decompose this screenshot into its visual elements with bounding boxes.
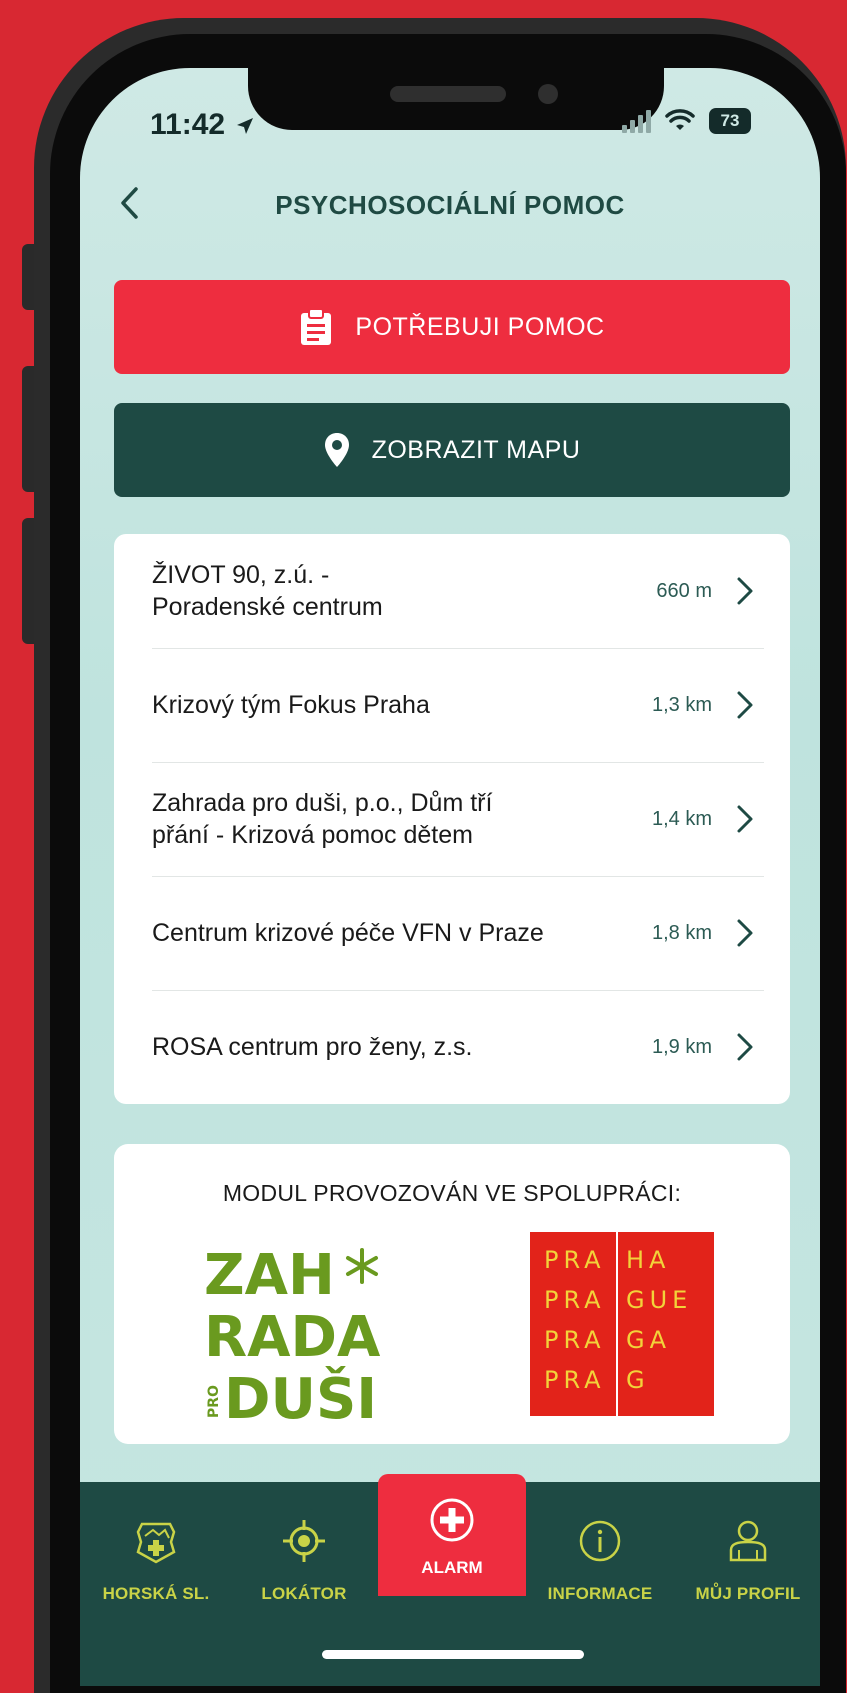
place-name-line2: přání - Krizová pomoc dětem [152, 821, 473, 849]
medical-cross-icon [430, 1498, 474, 1542]
speaker-grille [390, 86, 506, 102]
list-item[interactable]: ROSA centrum pro ženy, z.s. 1,9 km [114, 990, 790, 1104]
chevron-right-icon [737, 691, 753, 719]
need-help-button[interactable]: POTŘEBUJI POMOC [114, 280, 790, 374]
wifi-icon [665, 109, 695, 130]
place-name: Krizový tým Fokus Praha [152, 689, 652, 721]
tab-my-profile[interactable]: MŮJ PROFIL [674, 1506, 822, 1636]
places-list: ŽIVOT 90, z.ú. - Poradenské centrum 660 … [114, 534, 790, 1104]
front-camera [538, 84, 558, 104]
praha-logo-right: G [626, 1366, 650, 1394]
tab-information[interactable]: INFORMACE [526, 1506, 674, 1636]
map-pin-icon [324, 433, 349, 467]
clipboard-icon [301, 308, 332, 345]
partners-title: MODUL PROVOZOVÁN VE SPOLUPRÁCI: [222, 1180, 682, 1206]
battery-level: 73 [720, 111, 740, 130]
battery-indicator: 73 [709, 108, 751, 134]
praha-logo-divider [616, 1232, 618, 1416]
list-item[interactable]: Krizový tým Fokus Praha 1,3 km [114, 648, 790, 762]
tab-locator[interactable]: LOKÁTOR [230, 1506, 378, 1636]
mountain-rescue-badge-icon [136, 1522, 176, 1564]
tab-label: INFORMACE [547, 1584, 653, 1603]
praha-logo-left: PRA [544, 1286, 606, 1314]
place-distance: 1,8 km [651, 921, 712, 944]
location-arrow-icon [237, 118, 254, 135]
tab-label: ALARM [421, 1558, 483, 1577]
zahrada-logo-small: PRO [206, 1385, 222, 1418]
nav-header: PSYCHOSOCIÁLNÍ POMOC [80, 180, 820, 230]
place-distance: 660 m [656, 579, 712, 602]
chevron-right-icon [737, 577, 753, 605]
place-name: Zahrada pro duši, p.o., Dům tří přání - … [152, 787, 652, 851]
place-name-line2: Poradenské centrum [152, 593, 383, 621]
page-title: PSYCHOSOCIÁLNÍ POMOC [275, 190, 625, 220]
tab-label: MŮJ PROFIL [695, 1584, 801, 1603]
status-indicators: 73 [622, 108, 751, 134]
zahrada-logo-line1: ZAH [204, 1243, 335, 1308]
zahrada-logo-line2: RADA [204, 1305, 381, 1370]
place-distance: 1,3 km [651, 693, 712, 716]
info-icon [579, 1520, 621, 1562]
place-name: ROSA centrum pro ženy, z.s. [152, 1031, 652, 1063]
chevron-right-icon [737, 805, 753, 833]
chevron-right-icon [737, 1033, 753, 1061]
list-item[interactable]: Centrum krizové péče VFN v Praze 1,8 km [114, 876, 790, 990]
home-indicator[interactable] [322, 1650, 584, 1659]
cellular-signal-icon [622, 109, 651, 133]
crosshair-icon [283, 1520, 325, 1562]
praha-logo-left: PRA [544, 1366, 606, 1394]
tab-label: LOKÁTOR [261, 1584, 347, 1603]
show-map-button[interactable]: ZOBRAZIT MAPU [114, 403, 790, 497]
praha-prague-logo: PRA HA PRA GUE PRA GA PRA G [530, 1232, 714, 1416]
place-name-line1: Centrum krizové péče VFN v Praze [152, 919, 544, 947]
status-time: 11:42 [150, 108, 255, 142]
status-time-text: 11:42 [150, 108, 226, 141]
partners-card: MODUL PROVOZOVÁN VE SPOLUPRÁCI: ZAH RADA… [114, 1144, 790, 1444]
praha-logo-left: PRA [544, 1326, 606, 1354]
zahrada-logo-line3: DUŠI [224, 1367, 377, 1424]
place-distance: 1,9 km [651, 1035, 712, 1058]
list-item[interactable]: Zahrada pro duši, p.o., Dům tří přání - … [114, 762, 790, 876]
place-name-line1: ROSA centrum pro ženy, z.s. [152, 1033, 473, 1061]
tab-mountain-rescue[interactable]: HORSKÁ SL. [82, 1506, 230, 1636]
show-map-label: ZOBRAZIT MAPU [371, 435, 581, 464]
need-help-label: POTŘEBUJI POMOC [355, 312, 605, 341]
place-name: Centrum krizové péče VFN v Praze [152, 917, 652, 949]
place-name-line1: ŽIVOT 90, z.ú. - [152, 561, 330, 589]
zahrada-pro-dusi-logo: ZAH RADA PRO DUŠI [202, 1238, 402, 1432]
praha-logo-right: GUE [626, 1286, 693, 1314]
place-name-line1: Zahrada pro duši, p.o., Dům tří [152, 789, 493, 817]
tab-label: HORSKÁ SL. [102, 1584, 210, 1603]
user-icon [729, 1520, 767, 1562]
place-name: ŽIVOT 90, z.ú. - Poradenské centrum [152, 559, 656, 623]
chevron-right-icon [737, 919, 753, 947]
praha-logo-right: HA [626, 1246, 671, 1274]
praha-logo-right: GA [626, 1326, 672, 1354]
place-name-line1: Krizový tým Fokus Praha [152, 691, 430, 719]
praha-logo-left: PRA [544, 1246, 606, 1274]
tab-alarm[interactable]: ALARM [378, 1474, 526, 1596]
list-item[interactable]: ŽIVOT 90, z.ú. - Poradenské centrum 660 … [114, 534, 790, 648]
place-distance: 1,4 km [651, 807, 712, 830]
